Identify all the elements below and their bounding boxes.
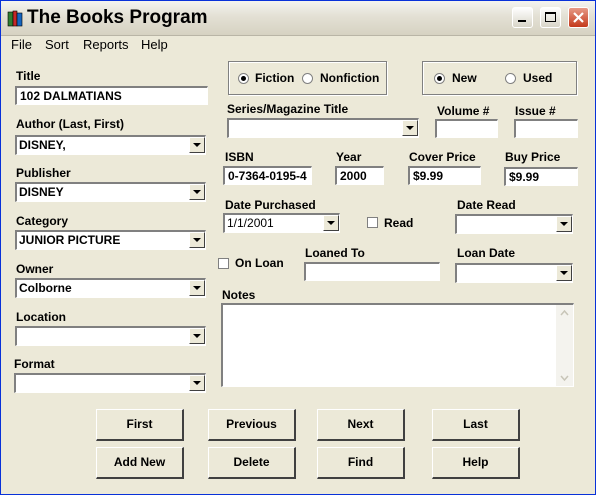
scroll-up-button[interactable]: [556, 305, 573, 322]
date-purchased-label: Date Purchased: [225, 198, 316, 212]
main-window: The Books Program File Sort Reports Help…: [0, 0, 596, 495]
menu-reports[interactable]: Reports: [83, 37, 129, 52]
location-combo[interactable]: [15, 326, 206, 346]
dropdown-arrow-icon[interactable]: [189, 184, 205, 200]
fiction-label: Fiction: [255, 71, 295, 85]
nonfiction-label: Nonfiction: [320, 71, 380, 85]
previous-button[interactable]: Previous: [208, 409, 296, 441]
maximize-icon: [545, 12, 556, 22]
minimize-button[interactable]: [512, 7, 533, 28]
format-label: Format: [14, 357, 55, 371]
first-button[interactable]: First: [96, 409, 184, 441]
owner-value: Colborne: [19, 281, 72, 295]
last-button[interactable]: Last: [432, 409, 520, 441]
date-read-combo[interactable]: [455, 214, 573, 234]
buy-price-label: Buy Price: [505, 150, 561, 164]
scroll-up-icon: [560, 309, 569, 316]
dropdown-arrow-icon[interactable]: [556, 216, 572, 232]
isbn-input[interactable]: 0-7364-0195-4: [223, 166, 312, 185]
nonfiction-radio[interactable]: [302, 73, 313, 84]
publisher-label: Publisher: [16, 166, 71, 180]
title-label: Title: [16, 69, 41, 83]
dropdown-arrow-icon[interactable]: [189, 280, 205, 296]
category-value: JUNIOR PICTURE: [19, 233, 121, 247]
dropdown-arrow-icon[interactable]: [556, 265, 572, 281]
format-combo[interactable]: [14, 373, 206, 393]
fiction-radio[interactable]: [238, 73, 249, 84]
on-loan-checkbox[interactable]: [218, 258, 229, 269]
date-purchased-combo[interactable]: 1/1/2001: [223, 213, 340, 233]
read-checkbox[interactable]: [367, 217, 378, 228]
year-label: Year: [336, 150, 362, 164]
books-app-icon: [7, 10, 23, 27]
author-label: Author (Last, First): [16, 117, 124, 131]
author-value: DISNEY,: [19, 138, 66, 152]
delete-button[interactable]: Delete: [208, 447, 296, 479]
publisher-combo[interactable]: DISNEY: [15, 182, 206, 202]
menu-sort[interactable]: Sort: [45, 37, 69, 52]
scroll-down-button[interactable]: [556, 369, 573, 386]
used-label: Used: [523, 71, 553, 85]
publisher-value: DISNEY: [19, 185, 64, 199]
used-radio[interactable]: [505, 73, 516, 84]
notes-scrollbar[interactable]: [556, 305, 573, 386]
date-purchased-value: 1/1/2001: [227, 216, 274, 230]
owner-label: Owner: [16, 262, 54, 276]
on-loan-label: On Loan: [235, 256, 284, 270]
title-bar[interactable]: The Books Program: [1, 1, 595, 36]
loan-date-label: Loan Date: [457, 246, 516, 260]
cover-price-label: Cover Price: [409, 150, 476, 164]
new-label: New: [452, 71, 477, 85]
dropdown-arrow-icon[interactable]: [323, 215, 339, 231]
condition-group: [422, 61, 577, 95]
series-label: Series/Magazine Title: [227, 102, 349, 116]
menu-file[interactable]: File: [11, 37, 32, 52]
issue-input[interactable]: [514, 119, 578, 138]
owner-combo[interactable]: Colborne: [15, 278, 206, 298]
loaned-to-input[interactable]: [304, 262, 440, 281]
window-title: The Books Program: [27, 7, 208, 28]
notes-label: Notes: [222, 288, 256, 302]
new-radio[interactable]: [434, 73, 445, 84]
read-label: Read: [384, 216, 414, 230]
scroll-down-icon: [560, 375, 569, 382]
loan-date-combo[interactable]: [455, 263, 573, 283]
isbn-label: ISBN: [225, 150, 254, 164]
menu-help[interactable]: Help: [141, 37, 168, 52]
category-combo[interactable]: JUNIOR PICTURE: [15, 230, 206, 250]
date-read-label: Date Read: [457, 198, 516, 212]
minimize-icon: [518, 20, 526, 22]
buy-price-input[interactable]: $9.99: [504, 167, 578, 186]
maximize-button[interactable]: [540, 7, 561, 28]
loaned-to-label: Loaned To: [305, 246, 365, 260]
close-icon: [573, 12, 584, 23]
cover-price-input[interactable]: $9.99: [408, 166, 481, 185]
find-button[interactable]: Find: [317, 447, 405, 479]
notes-textarea[interactable]: [221, 303, 574, 387]
add-new-button[interactable]: Add New: [96, 447, 184, 479]
menu-bar: File Sort Reports Help: [1, 35, 595, 55]
year-input[interactable]: 2000: [335, 166, 384, 185]
series-combo[interactable]: [227, 118, 419, 138]
volume-input[interactable]: [435, 119, 498, 138]
dropdown-arrow-icon[interactable]: [189, 328, 205, 344]
dropdown-arrow-icon[interactable]: [189, 232, 205, 248]
close-button[interactable]: [568, 7, 589, 28]
location-label: Location: [16, 310, 66, 324]
volume-label: Volume #: [437, 104, 490, 118]
dropdown-arrow-icon[interactable]: [402, 120, 418, 136]
dropdown-arrow-icon[interactable]: [189, 375, 205, 391]
help-button[interactable]: Help: [432, 447, 520, 479]
issue-label: Issue #: [515, 104, 556, 118]
category-label: Category: [16, 214, 69, 228]
dropdown-arrow-icon[interactable]: [189, 137, 205, 153]
title-input[interactable]: 102 DALMATIANS: [15, 86, 208, 105]
next-button[interactable]: Next: [317, 409, 405, 441]
author-combo[interactable]: DISNEY,: [15, 135, 206, 155]
